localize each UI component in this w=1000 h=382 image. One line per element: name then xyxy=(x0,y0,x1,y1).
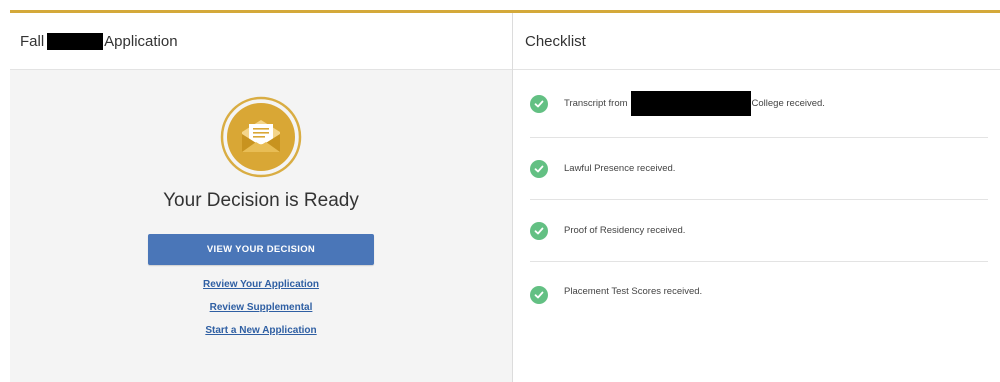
application-title-suffix: Application xyxy=(104,32,178,50)
decision-card: Your Decision is Ready VIEW YOUR DECISIO… xyxy=(10,70,512,382)
checklist-item: Placement Test Scores received. xyxy=(530,262,988,323)
checklist-item: Transcript from College received. xyxy=(530,70,988,138)
envelope-letter-icon xyxy=(220,96,302,178)
application-header: Fall Application xyxy=(10,13,512,70)
application-page: Fall Application Your Decision is Ready … xyxy=(0,0,1000,382)
redacted-term xyxy=(47,32,104,50)
checklist-item-text: Transcript from College received. xyxy=(564,91,825,116)
decision-title: Your Decision is Ready xyxy=(163,190,359,211)
checklist-item-prefix: Transcript from xyxy=(564,98,628,109)
checkmark-circle-icon xyxy=(530,221,548,240)
review-supplemental-link[interactable]: Review Supplemental xyxy=(210,302,313,313)
checklist-item-text: Placement Test Scores received. xyxy=(564,286,703,297)
checklist-header: Checklist xyxy=(513,13,1000,70)
application-title-prefix: Fall xyxy=(20,32,45,50)
checklist-item: Lawful Presence received. xyxy=(530,138,988,200)
checklist-list: Transcript from College received. Lawful… xyxy=(513,70,1000,382)
start-new-application-link[interactable]: Start a New Application xyxy=(205,325,316,336)
checkmark-circle-icon xyxy=(530,286,548,304)
checklist-panel: Checklist Transcript from College receiv… xyxy=(513,13,1000,382)
panels: Fall Application Your Decision is Ready … xyxy=(10,13,1000,382)
checklist-item-text: Lawful Presence received. xyxy=(564,163,676,174)
checkmark-circle-icon xyxy=(530,159,548,178)
view-decision-button[interactable]: VIEW YOUR DECISION xyxy=(148,234,374,265)
checklist-item: Proof of Residency received. xyxy=(530,200,988,262)
review-application-link[interactable]: Review Your Application xyxy=(203,279,319,290)
application-panel: Fall Application Your Decision is Ready … xyxy=(10,13,513,382)
redacted-school-name xyxy=(630,91,751,116)
checklist-item-suffix: College received. xyxy=(751,98,825,109)
checklist-item-text: Proof of Residency received. xyxy=(564,225,686,236)
checkmark-circle-icon xyxy=(530,94,548,113)
